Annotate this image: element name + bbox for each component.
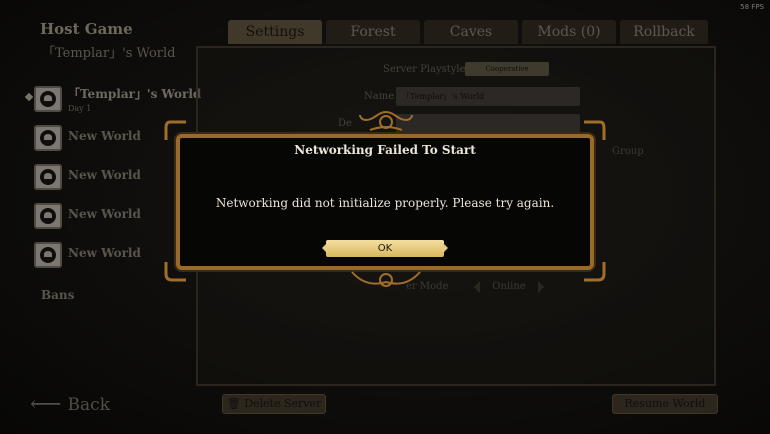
ornament-corner-icon bbox=[164, 262, 186, 282]
ok-button[interactable]: OK bbox=[322, 240, 448, 257]
dialog-message: Networking did not initialize properly. … bbox=[215, 196, 555, 210]
ornament-corner-icon bbox=[584, 120, 606, 140]
ornament-corner-icon bbox=[164, 120, 186, 140]
ornament-corner-icon bbox=[584, 262, 606, 282]
ornament-top-icon bbox=[359, 111, 413, 131]
dialog-title: Networking Failed To Start bbox=[294, 143, 476, 157]
ornament-bottom-icon bbox=[351, 271, 421, 287]
